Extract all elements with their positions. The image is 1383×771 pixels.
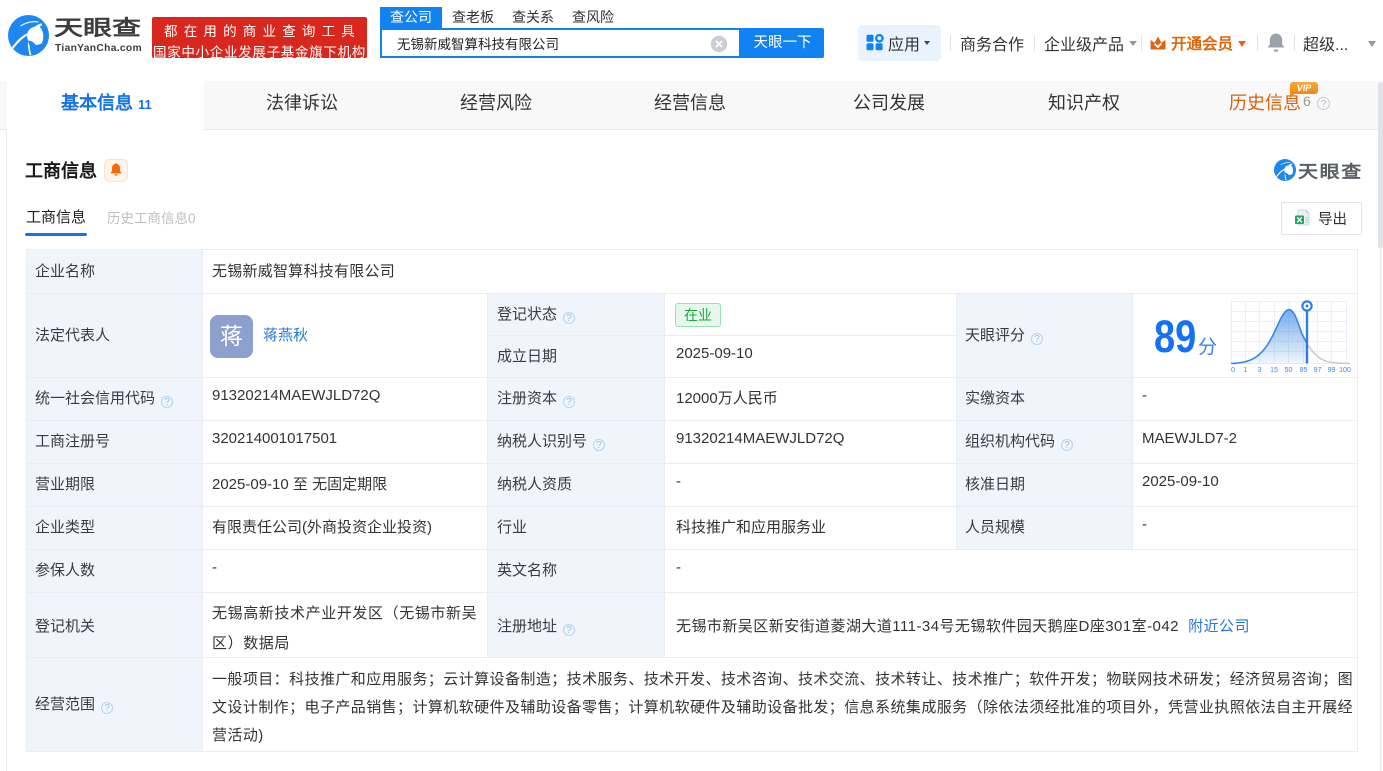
- svg-text:97: 97: [1314, 367, 1322, 374]
- svg-text:15: 15: [1270, 367, 1278, 374]
- svg-text:85: 85: [1300, 367, 1308, 374]
- svg-text:0: 0: [1231, 367, 1235, 374]
- svg-text:1: 1: [1244, 367, 1248, 374]
- svg-text:50: 50: [1285, 367, 1293, 374]
- svg-text:99: 99: [1328, 367, 1336, 374]
- svg-text:100: 100: [1339, 367, 1351, 374]
- svg-text:3: 3: [1258, 367, 1262, 374]
